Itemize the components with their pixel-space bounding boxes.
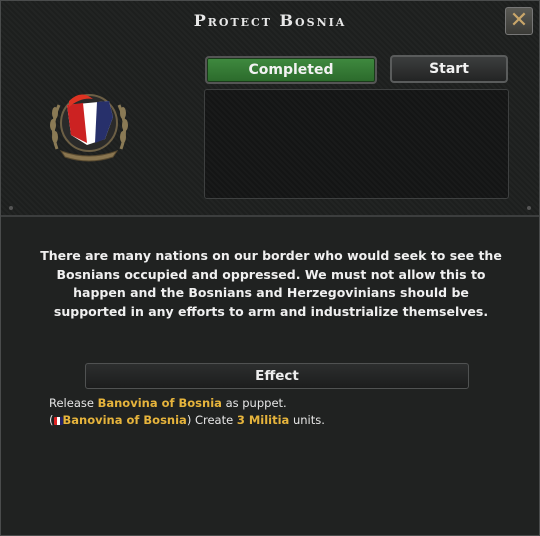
effect-text: ) Create: [186, 413, 234, 427]
effect-list: Release Banovina of Bosnia as puppet. ( B…: [49, 395, 325, 429]
unit-count: 3 Militia: [236, 413, 290, 427]
country-name: Banovina of Bosnia: [62, 413, 187, 427]
start-button[interactable]: Start: [390, 55, 508, 83]
effect-header: Effect: [85, 363, 469, 389]
effect-line-militia: ( Banovina of Bosnia) Create 3 Militia un…: [49, 412, 325, 429]
paren-open: (: [49, 413, 54, 427]
rivet-decoration: [527, 206, 531, 210]
effect-line-release: Release Banovina of Bosnia as puppet.: [49, 395, 325, 412]
bosnia-focus-emblem-icon: [50, 94, 128, 162]
focus-info-box: [204, 89, 509, 199]
bosnia-flag-icon: [53, 417, 63, 425]
focus-title: Protect Bosnia: [193, 11, 347, 30]
effect-text: as puppet.: [225, 396, 287, 410]
completed-status-button[interactable]: Completed: [205, 56, 377, 84]
focus-window: Protect Bosnia ✕ Completed Start There a…: [0, 0, 540, 536]
effect-text: units.: [292, 413, 325, 427]
close-button[interactable]: ✕: [505, 7, 533, 35]
rivet-decoration: [9, 206, 13, 210]
close-icon: ✕: [509, 8, 529, 33]
effect-text: Release: [49, 396, 94, 410]
focus-description: There are many nations on our border who…: [40, 248, 502, 319]
country-name: Banovina of Bosnia: [97, 396, 222, 410]
